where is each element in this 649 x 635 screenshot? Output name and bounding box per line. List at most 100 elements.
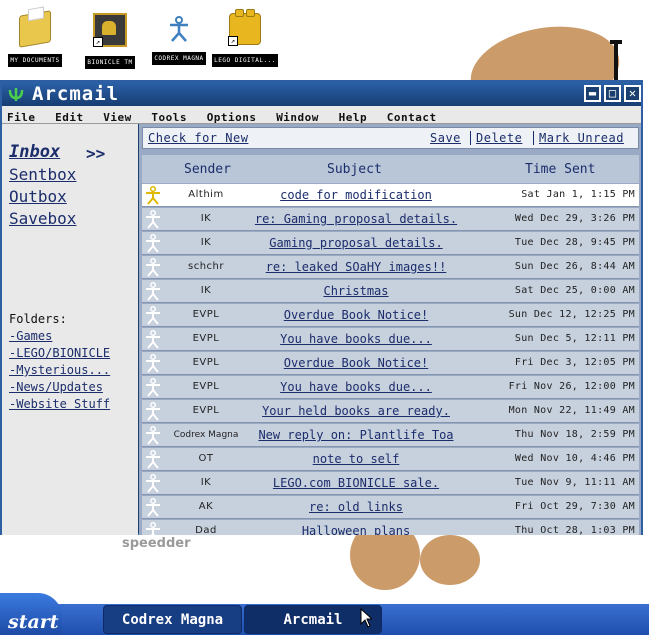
- minimize-button[interactable]: ▬: [584, 85, 601, 102]
- message-subject-link[interactable]: re: old links: [234, 500, 478, 514]
- menu-contact[interactable]: Contact: [382, 109, 442, 124]
- message-subject-link[interactable]: Your held books are ready.: [234, 404, 478, 418]
- message-subject-link[interactable]: Christmas: [234, 284, 478, 298]
- message-subject-link[interactable]: code for modification: [234, 188, 478, 202]
- menu-edit[interactable]: Edit: [50, 109, 89, 124]
- message-list: Althim code for modification Sat Jan 1, 1:…: [142, 184, 639, 535]
- message-row[interactable]: Althim code for modification Sat Jan 1, 1:…: [142, 184, 639, 207]
- close-button[interactable]: ✕: [624, 85, 641, 102]
- menu-view[interactable]: View: [98, 109, 137, 124]
- desktop-icon-bionicle[interactable]: ↗ BIONICLE TM: [75, 13, 145, 69]
- message-subject-link[interactable]: You have books due...: [234, 380, 478, 394]
- desktop-icon-label: LEGO DIGITAL...: [212, 54, 278, 67]
- read-message-icon: [144, 209, 162, 229]
- mark-unread-link[interactable]: Mark Unread: [539, 131, 624, 145]
- arcmail-logo-icon: [8, 88, 24, 101]
- desktop-icon-codrex-magna[interactable]: CODREX MAGNA: [144, 13, 214, 65]
- desktop-icon-my-documents[interactable]: MY DOCUMENTS: [0, 10, 70, 67]
- desktop-icon-lego-digital[interactable]: ↗ LEGO DIGITAL...: [210, 9, 280, 67]
- column-time-sent[interactable]: Time Sent: [525, 162, 595, 177]
- message-row[interactable]: EVPL You have books due... Sun Dec 5, 12:1…: [142, 328, 639, 351]
- message-time: Fri Nov 26, 12:00 PM: [508, 381, 635, 392]
- folder-icon: [19, 10, 51, 48]
- shortcut-arrow-icon: ↗: [93, 37, 103, 47]
- title-bar[interactable]: Arcmail ▬ □ ✕: [2, 82, 641, 106]
- message-subject-link[interactable]: New reply on: Plantlife Toa: [234, 428, 478, 442]
- sidebar-item-inbox[interactable]: Inbox: [9, 142, 60, 162]
- lego-icon: ↗: [228, 9, 261, 46]
- folder-news-updates[interactable]: -News/Updates: [9, 380, 103, 394]
- message-subject-link[interactable]: You have books due...: [234, 332, 478, 346]
- read-message-icon: [144, 329, 162, 349]
- unread-message-icon: [144, 185, 162, 205]
- message-row[interactable]: EVPL Overdue Book Notice! Sun Dec 12, 12:2…: [142, 304, 639, 327]
- toolbar-divider: [533, 131, 534, 145]
- column-sender[interactable]: Sender: [184, 162, 231, 177]
- message-row[interactable]: EVPL Your held books are ready. Mon Nov 22…: [142, 400, 639, 423]
- message-subject-link[interactable]: re: leaked SOaHY images!!: [234, 260, 478, 274]
- message-time: Thu Nov 18, 2:59 PM: [514, 429, 635, 440]
- bionicle-icon: ↗: [93, 13, 127, 47]
- mouse-cursor-icon: [360, 608, 372, 628]
- message-row[interactable]: AK re: old links Fri Oct 29, 7:30 AM: [142, 496, 639, 519]
- read-message-icon: [144, 521, 162, 535]
- start-label: start: [8, 611, 59, 633]
- message-subject-link[interactable]: Overdue Book Notice!: [234, 308, 478, 322]
- codrex-icon: [164, 13, 194, 43]
- column-subject[interactable]: Subject: [327, 162, 382, 177]
- read-message-icon: [144, 305, 162, 325]
- message-subject-link[interactable]: LEGO.com BIONICLE sale.: [234, 476, 478, 490]
- read-message-icon: [144, 281, 162, 301]
- folders-heading: Folders:: [9, 312, 67, 326]
- arcmail-window: Arcmail ▬ □ ✕ File Edit View Tools Optio…: [0, 80, 643, 535]
- check-for-new-link[interactable]: Check for New: [148, 131, 248, 145]
- message-row[interactable]: IK Christmas Sat Dec 25, 0:00 AM: [142, 280, 639, 303]
- message-row[interactable]: EVPL Overdue Book Notice! Fri Dec 3, 12:05…: [142, 352, 639, 375]
- delete-link[interactable]: Delete: [476, 131, 522, 145]
- message-subject-link[interactable]: Overdue Book Notice!: [234, 356, 478, 370]
- sidebar-item-sentbox[interactable]: Sentbox: [9, 165, 76, 184]
- message-row[interactable]: IK re: Gaming proposal details. Wed Dec 29…: [142, 208, 639, 231]
- sidebar-item-outbox[interactable]: Outbox: [9, 187, 67, 206]
- message-row[interactable]: schchr re: leaked SOaHY images!! Sun Dec 2…: [142, 256, 639, 279]
- read-message-icon: [144, 233, 162, 253]
- start-button[interactable]: start: [0, 593, 62, 635]
- message-time: Fri Dec 3, 12:05 PM: [514, 357, 635, 368]
- save-link[interactable]: Save: [430, 131, 461, 145]
- menu-file[interactable]: File: [2, 109, 41, 124]
- message-row[interactable]: EVPL You have books due... Fri Nov 26, 12:…: [142, 376, 639, 399]
- maximize-button[interactable]: □: [604, 85, 621, 102]
- read-message-icon: [144, 257, 162, 277]
- message-time: Thu Oct 28, 1:03 PM: [514, 525, 635, 535]
- sidebar: Inbox >> Sentbox Outbox Savebox Folders:…: [2, 124, 138, 535]
- message-subject-link[interactable]: Gaming proposal details.: [234, 236, 478, 250]
- message-time: Sun Dec 12, 12:25 PM: [508, 309, 635, 320]
- folder-mysterious[interactable]: -Mysterious...: [9, 363, 110, 377]
- menu-window[interactable]: Window: [271, 109, 324, 124]
- message-time: Wed Nov 10, 4:46 PM: [514, 453, 635, 464]
- message-subject-link[interactable]: note to self: [234, 452, 478, 466]
- read-message-icon: [144, 497, 162, 517]
- menu-help[interactable]: Help: [334, 109, 373, 124]
- folder-games[interactable]: -Games: [9, 329, 52, 343]
- desktop-scribble: speedder: [122, 536, 191, 551]
- task-codrex-magna[interactable]: Codrex Magna: [103, 605, 242, 634]
- message-subject-link[interactable]: re: Gaming proposal details.: [234, 212, 478, 226]
- message-row[interactable]: IK LEGO.com BIONICLE sale. Tue Nov 9, 11:1…: [142, 472, 639, 495]
- message-time: Sat Dec 25, 0:00 AM: [514, 285, 635, 296]
- menu-options[interactable]: Options: [202, 109, 262, 124]
- menu-tools[interactable]: Tools: [146, 109, 192, 124]
- shortcut-arrow-icon: ↗: [228, 36, 238, 46]
- toolbar-divider: [470, 131, 471, 145]
- desktop-icon-label: MY DOCUMENTS: [8, 54, 62, 67]
- message-row[interactable]: IK Gaming proposal details. Tue Dec 28, 9:…: [142, 232, 639, 255]
- message-toolbar: Check for New Save Delete Mark Unread: [142, 127, 639, 149]
- folder-lego-bionicle[interactable]: -LEGO/BIONICLE: [9, 346, 110, 360]
- sidebar-item-savebox[interactable]: Savebox: [9, 209, 76, 228]
- column-header: Sender Subject Time Sent: [142, 155, 639, 183]
- message-row[interactable]: Codrex Magna New reply on: Plantlife Toa T…: [142, 424, 639, 447]
- message-row[interactable]: OT note to self Wed Nov 10, 4:46 PM: [142, 448, 639, 471]
- message-subject-link[interactable]: Halloween plans: [234, 524, 478, 535]
- message-row[interactable]: Dad Halloween plans Thu Oct 28, 1:03 PM: [142, 520, 639, 535]
- folder-website-stuff[interactable]: -Website Stuff: [9, 397, 110, 411]
